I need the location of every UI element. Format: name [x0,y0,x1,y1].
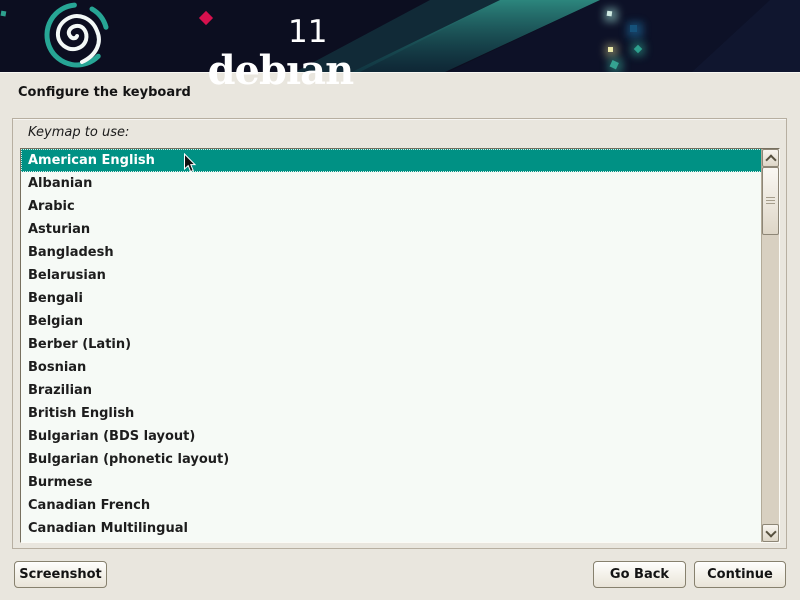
keymap-list-item[interactable]: Albanian [21,172,762,195]
scrollbar-thumb[interactable] [762,167,779,235]
keymap-list-item[interactable]: Belgian [21,310,762,333]
debian-wordmark-text: debıan [208,47,354,94]
chevron-down-icon [765,526,776,537]
scroll-down-button[interactable] [762,524,779,542]
banner: debıan 11 [0,0,800,73]
keymap-list-item[interactable]: Berber (Latin) [21,333,762,356]
keymap-list-item[interactable]: Bulgarian (phonetic layout) [21,448,762,471]
keymap-list-item[interactable]: American English [21,149,762,172]
keymap-list-item[interactable]: Bulgarian (BDS layout) [21,425,762,448]
keymap-list-item[interactable]: Brazilian [21,379,762,402]
keymap-list-item[interactable]: Burmese [21,471,762,494]
page-title: Configure the keyboard [18,85,191,100]
keymap-list-item[interactable]: Canadian French [21,494,762,517]
mouse-cursor-icon [183,153,197,174]
banner-decoration [0,0,800,72]
keymap-list-item[interactable]: Bangladesh [21,241,762,264]
keymap-list-item[interactable]: Canadian Multilingual [21,517,762,540]
debian-version: 11 [288,17,327,48]
vertical-scrollbar[interactable] [761,149,779,542]
chevron-up-icon [765,154,776,165]
keymap-listbox: American EnglishAlbanianArabicAsturianBa… [20,148,780,543]
keymap-list-item[interactable]: British English [21,402,762,425]
keymap-label: Keymap to use: [28,125,129,140]
keymap-list-item[interactable]: Arabic [21,195,762,218]
keymap-list-item[interactable]: Bengali [21,287,762,310]
continue-button[interactable]: Continue [694,561,786,588]
keymap-list: American EnglishAlbanianArabicAsturianBa… [21,149,762,542]
go-back-button[interactable]: Go Back [593,561,686,588]
keymap-list-item[interactable]: Bosnian [21,356,762,379]
keymap-list-item[interactable]: Asturian [21,218,762,241]
debian-installer-window: debıan 11 Configure the keyboard Keymap … [0,0,800,600]
scroll-up-button[interactable] [762,149,779,167]
keymap-list-item[interactable]: Belarusian [21,264,762,287]
keymap-frame: Keymap to use: American EnglishAlbanianA… [12,118,787,549]
debian-swirl-icon [42,1,112,71]
debian-i-diamond-icon [199,11,213,25]
screenshot-button[interactable]: Screenshot [14,561,107,588]
